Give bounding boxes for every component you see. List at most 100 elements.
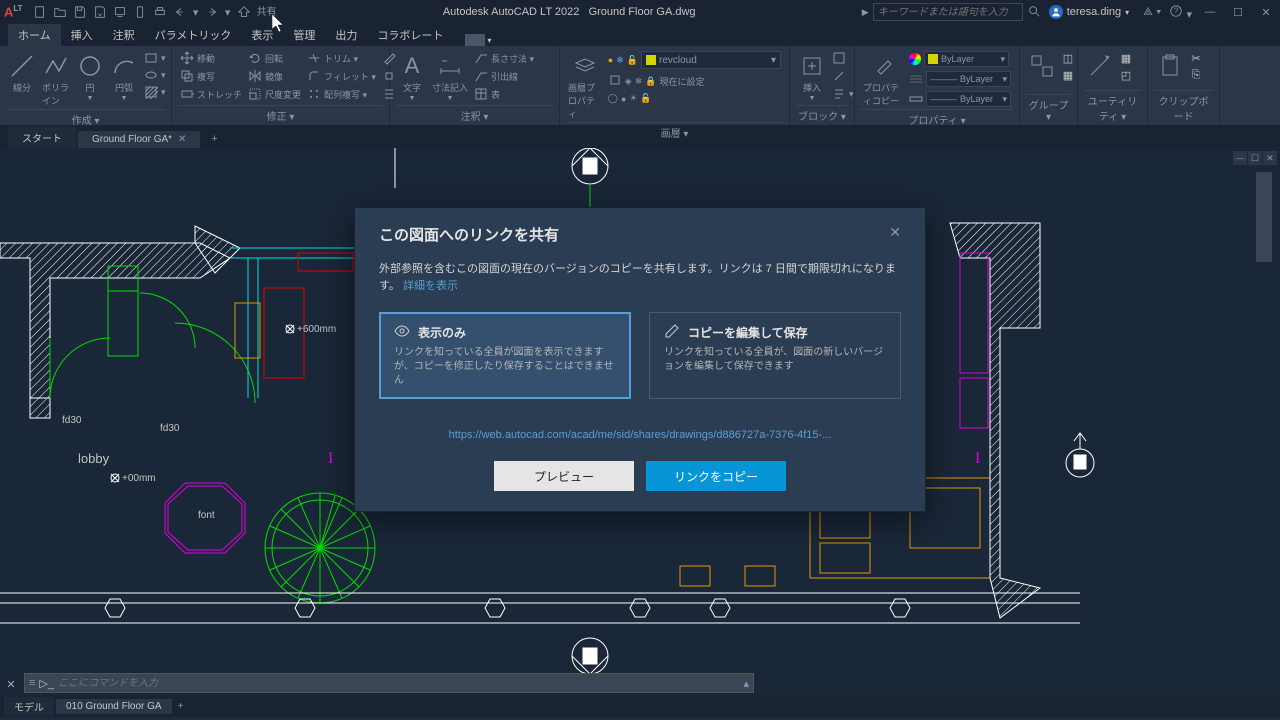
save-icon[interactable] xyxy=(71,3,89,21)
preview-button[interactable]: プレビュー xyxy=(494,461,634,491)
polyline-button[interactable]: ポリライン xyxy=(40,50,72,109)
search-input[interactable] xyxy=(878,7,1018,18)
layer-off-button[interactable]: ◯ xyxy=(608,93,618,104)
leader-button[interactable]: 長さ寸法 ▾ xyxy=(472,50,536,66)
details-link[interactable]: 詳細を表示 xyxy=(403,280,458,292)
lineweight-selector[interactable]: ———ByLayer▾ xyxy=(907,70,1013,88)
command-line[interactable]: ≡ ▷_ ▴ xyxy=(24,673,754,693)
model-tab[interactable]: モデル xyxy=(4,697,54,716)
cmdline-close-button[interactable]: ✕ xyxy=(4,677,18,691)
copy-clip-button[interactable]: ⎘ xyxy=(1188,67,1204,83)
tab-view[interactable]: 表示 xyxy=(241,24,283,46)
maximize-button[interactable]: ☐ xyxy=(1228,4,1248,20)
layer-lock-button[interactable]: 🔒 xyxy=(645,76,656,87)
array-button[interactable]: 配列複写 ▾ xyxy=(305,86,378,102)
layer-selector[interactable]: ●❄🔓 revcloud▾ xyxy=(606,50,783,70)
dialog-close-button[interactable]: ✕ xyxy=(889,224,901,245)
search-icon[interactable] xyxy=(1027,4,1041,21)
dimension-button[interactable]: 寸法記入▼ xyxy=(430,50,470,104)
search-box[interactable] xyxy=(873,3,1023,21)
insert-block-button[interactable]: 挿入▼ xyxy=(796,50,828,104)
table-button[interactable]: 表 xyxy=(472,86,536,102)
cmdline-expand-icon[interactable]: ▴ xyxy=(743,677,749,690)
print-icon[interactable] xyxy=(151,3,169,21)
block-create-button[interactable] xyxy=(830,50,856,66)
undo-icon[interactable] xyxy=(171,3,189,21)
copy-link-button[interactable]: リンクをコピー xyxy=(646,461,786,491)
paste-button[interactable] xyxy=(1154,50,1186,82)
help-icon[interactable]: ? ▾ xyxy=(1169,4,1192,21)
redo-dropdown-icon[interactable]: ▾ xyxy=(223,3,233,21)
undo-dropdown-icon[interactable]: ▾ xyxy=(191,3,201,21)
linetype-selector[interactable]: ———ByLayer▾ xyxy=(907,90,1013,108)
tab-parametric[interactable]: パラメトリック xyxy=(145,24,242,46)
command-input[interactable] xyxy=(58,678,739,689)
vp-minimize-button[interactable]: — xyxy=(1233,151,1247,165)
hatch-button[interactable]: ▾ xyxy=(142,84,168,100)
stretch-button[interactable]: ストレッチ xyxy=(178,86,244,102)
add-layout-button[interactable]: + xyxy=(174,701,188,712)
layer-iso-button[interactable]: ◈ xyxy=(625,76,632,87)
layer-freeze-button[interactable]: ❄ xyxy=(635,76,643,87)
option-edit-copy[interactable]: コピーを編集して保存 リンクを知っている全員が、図面の新しいバージョンを編集して… xyxy=(649,312,901,399)
tab-annotate[interactable]: 注釈 xyxy=(103,24,145,46)
block-edit-button[interactable] xyxy=(830,68,856,84)
move-button[interactable]: 移動 xyxy=(178,50,244,66)
drawing-tab[interactable]: Ground Floor GA*✕ xyxy=(78,131,200,148)
vp-close-button[interactable]: ✕ xyxy=(1263,151,1277,165)
share-label[interactable]: 共有 xyxy=(257,3,277,21)
autodesk-app-icon[interactable]: ⟁ ▾ xyxy=(1143,6,1161,19)
rotate-button[interactable]: 回転 xyxy=(246,50,303,66)
block-attr-button[interactable]: ▾ xyxy=(830,86,856,102)
start-tab[interactable]: スタート xyxy=(8,127,76,148)
saveas-icon[interactable] xyxy=(91,3,109,21)
select-button[interactable]: ◰ xyxy=(1118,67,1134,83)
new-tab-button[interactable]: + xyxy=(205,130,223,148)
tab-insert[interactable]: 挿入 xyxy=(61,24,103,46)
share-icon[interactable] xyxy=(235,3,253,21)
close-button[interactable]: ✕ xyxy=(1256,4,1276,20)
trim-button[interactable]: トリム ▾ xyxy=(305,50,378,66)
layerprop-button[interactable]: 画層プロパティ xyxy=(566,50,604,122)
circle-button[interactable]: 円▼ xyxy=(74,50,106,104)
layer-thaw-button[interactable]: ☀ xyxy=(629,93,637,104)
new-icon[interactable] xyxy=(31,3,49,21)
web-icon[interactable] xyxy=(111,3,129,21)
tab-featured-apps[interactable]: ▾ xyxy=(465,34,491,46)
option-view-only[interactable]: 表示のみ リンクを知っている全員が図面を表示できますが、コピーを修正したり保存す… xyxy=(379,312,631,399)
open-icon[interactable] xyxy=(51,3,69,21)
layer-on-button[interactable]: ● xyxy=(621,94,626,104)
redo-icon[interactable] xyxy=(203,3,221,21)
user-menu[interactable]: teresa.ding ▾ xyxy=(1049,5,1129,19)
text-button[interactable]: A文字▼ xyxy=(396,50,428,104)
vp-maximize-button[interactable]: ☐ xyxy=(1248,151,1262,165)
matchprop-button[interactable]: プロパティコピー xyxy=(861,50,905,109)
layer-match-button[interactable] xyxy=(608,73,622,89)
group-button[interactable] xyxy=(1026,50,1058,82)
fillet-button[interactable]: フィレット ▾ xyxy=(305,68,378,84)
cut-button[interactable]: ✂ xyxy=(1188,50,1204,66)
line-button[interactable]: 線分 xyxy=(6,50,38,96)
tab-manage[interactable]: 管理 xyxy=(283,24,325,46)
rect-button[interactable]: ▾ xyxy=(142,50,168,66)
copy-button[interactable]: 複写 xyxy=(178,68,244,84)
tab-output[interactable]: 出力 xyxy=(325,24,367,46)
arc-button[interactable]: 円弧▼ xyxy=(108,50,140,104)
group-edit-button[interactable]: ▦ xyxy=(1060,67,1076,83)
tab-collaborate[interactable]: コラボレート xyxy=(367,24,453,46)
close-tab-icon[interactable]: ✕ xyxy=(178,134,186,145)
share-url[interactable]: https://web.autocad.com/acad/me/sid/shar… xyxy=(379,429,901,441)
calc-button[interactable]: ▦ xyxy=(1118,50,1134,66)
layout-tab[interactable]: 010 Ground Floor GA xyxy=(56,699,172,714)
cmdline-handle-icon[interactable]: ≡ xyxy=(29,677,35,689)
ellipse-button[interactable]: ▾ xyxy=(142,67,168,83)
mirror-button[interactable]: 鏡像 xyxy=(246,68,303,84)
layer-unlock-button[interactable]: 🔓 xyxy=(640,93,651,104)
mobile-icon[interactable] xyxy=(131,3,149,21)
nav-bar[interactable] xyxy=(1256,172,1272,262)
scale-button[interactable]: 尺度変更 xyxy=(246,86,303,102)
make-current-button[interactable]: 現在に設定 xyxy=(659,75,704,88)
minimize-button[interactable]: — xyxy=(1200,4,1220,20)
tab-home[interactable]: ホーム xyxy=(8,24,61,46)
measure-button[interactable] xyxy=(1084,50,1116,82)
